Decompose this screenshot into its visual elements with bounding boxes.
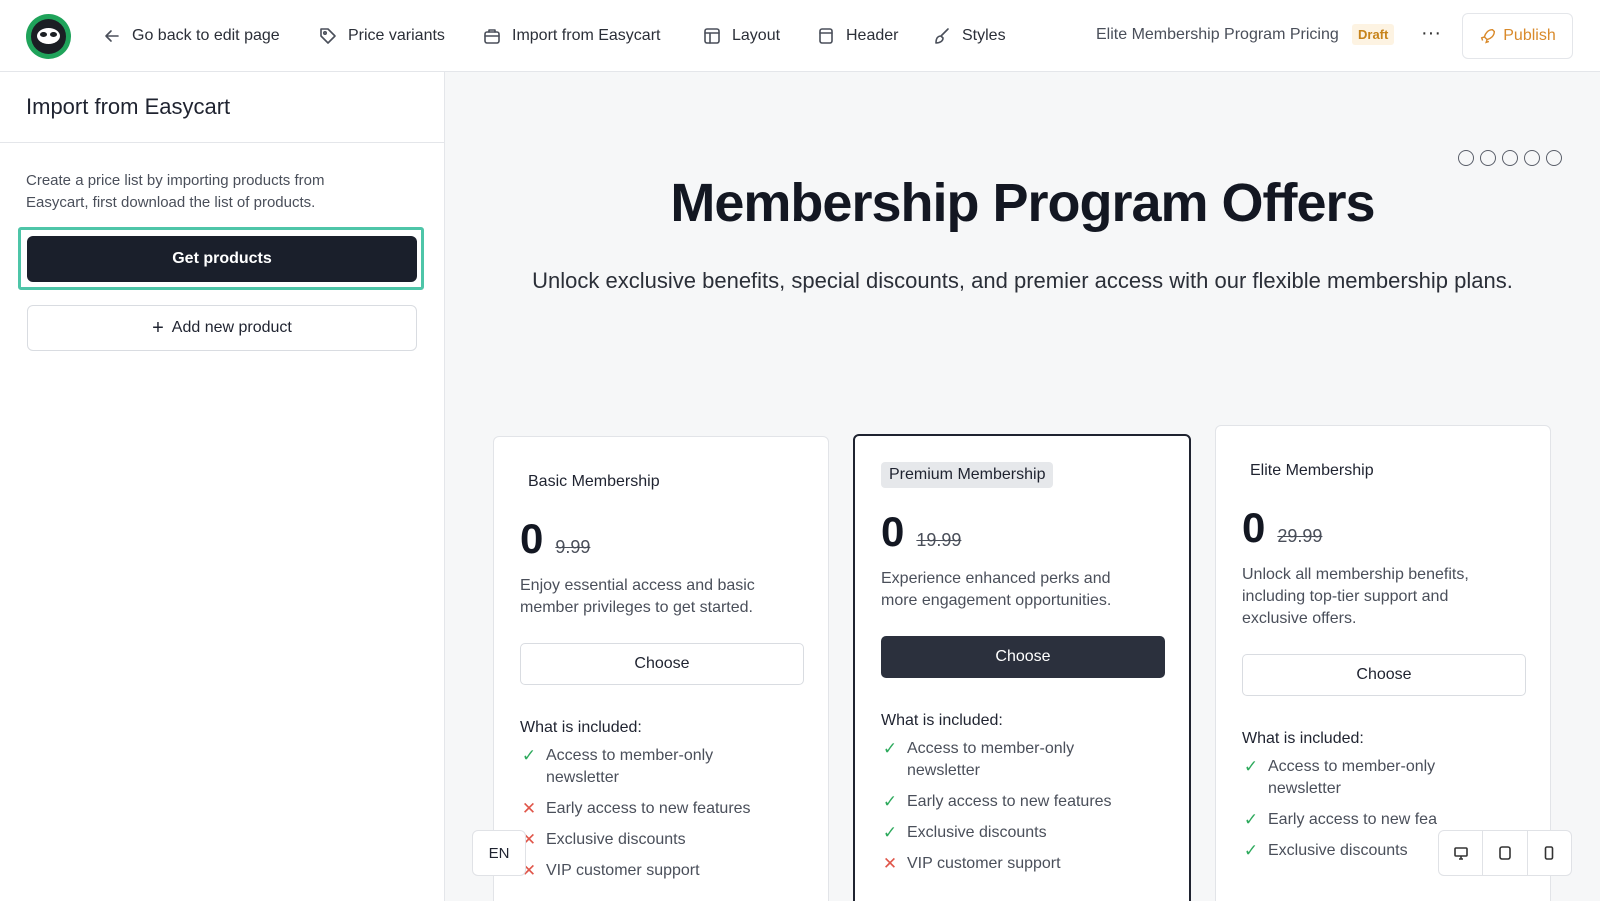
top-bar: Go back to edit page Price variants Impo… [0,0,1600,72]
nav-price-variants-label: Price variants [348,27,445,44]
feature-item: ✓ Access to member-only newsletter [520,745,802,789]
more-options-button[interactable]: ··· [1418,20,1444,50]
nav-price-variants[interactable]: Price variants [318,22,445,50]
publish-button[interactable]: Publish [1462,13,1573,59]
go-back-label: Go back to edit page [132,27,280,44]
document-title: Elite Membership Program Pricing [1096,26,1339,43]
go-back-button[interactable]: Go back to edit page [102,22,280,50]
plan-card-basic: Basic Membership 0 9.99 Enjoy essential … [493,436,829,901]
app-logo[interactable] [26,14,71,59]
check-icon: ✓ [882,823,898,842]
check-icon: ✓ [882,792,898,811]
check-icon: ✓ [1243,810,1259,829]
add-new-product-label: Add new product [171,319,292,336]
desktop-icon [1453,847,1468,860]
choose-button[interactable]: Choose [520,643,804,685]
plan-old-price: 9.99 [555,537,591,557]
included-label: What is included: [520,719,642,736]
check-icon: ✓ [521,746,537,765]
sidebar-description: Create a price list by importing product… [26,172,325,211]
plan-old-price: 29.99 [1277,526,1323,546]
feature-item: ✓ Exclusive discounts [882,823,1047,842]
included-label: What is included: [1242,730,1364,747]
plan-price: 0 [881,508,905,555]
arrow-left-icon [105,30,119,42]
nav-header-label: Header [846,27,899,44]
plan-description: Enjoy essential access and basic member … [520,577,755,616]
page-subtitle: Unlock exclusive benefits, special disco… [532,268,1513,293]
mobile-preview-button[interactable] [1528,831,1571,875]
choose-button[interactable]: Choose [1242,654,1526,696]
logo-icon [31,19,66,54]
layout-icon [704,28,720,44]
layout-3-col-icon[interactable] [1480,150,1496,166]
nav-styles[interactable]: Styles [932,22,1006,50]
tablet-icon [1499,846,1511,860]
plus-icon: + [152,317,164,339]
cross-icon: ✕ [521,799,537,818]
language-selector[interactable]: EN [472,830,526,876]
cart-icon [484,29,500,44]
get-products-button[interactable]: Get products [27,236,417,282]
feature-item: ✓ Access to member-only newsletter [1242,756,1524,800]
included-label: What is included: [881,712,1003,729]
desktop-preview-button[interactable] [1439,831,1484,875]
nav-layout[interactable]: Layout [702,22,780,50]
feature-item: ✓ Early access to new features [882,792,1112,811]
layout-grid-icon[interactable] [1546,150,1562,166]
tablet-preview-button[interactable] [1483,831,1528,875]
status-badge: Draft [1352,24,1395,45]
plan-price: 0 [1242,504,1266,551]
layout-rows-icon[interactable] [1502,150,1518,166]
column-layout-switcher [1458,150,1562,166]
check-icon: ✓ [1243,757,1259,776]
plan-description: Experience enhanced perks and more engag… [881,570,1112,609]
plan-name: Basic Membership [528,473,660,490]
mobile-icon [1545,846,1554,860]
plan-description: Unlock all membership benefits, includin… [1242,566,1469,627]
feature-list: ✓ Access to member-only newsletter ✕ Early… [520,745,802,882]
feature-item: ✓ Access to member-only newsletter [881,738,1163,782]
layout-2-col-icon[interactable] [1458,150,1474,166]
tag-icon [320,28,336,44]
add-new-product-button[interactable]: + Add new product [27,305,417,351]
nav-import-easycart-label: Import from Easycart [512,27,661,44]
plan-name: Premium Membership [881,462,1054,488]
page-title: Membership Program Offers [670,173,1375,233]
layout-list-icon[interactable] [1524,150,1540,166]
feature-item: ✕ VIP customer support [882,854,1061,873]
feature-item: ✓ Early access to new fea [1243,810,1437,829]
feature-item: ✕ VIP customer support [521,861,700,880]
device-preview-switcher [1438,830,1572,876]
plan-old-price: 19.99 [916,530,962,550]
plan-price: 0 [520,515,544,562]
feature-list: ✓ Access to member-only newsletter ✓ Early… [881,738,1163,875]
brush-icon [935,28,949,44]
preview-canvas: Membership Program Offers Unlock exclusi… [445,72,1600,901]
rocket-icon [1481,28,1496,44]
publish-label: Publish [1503,27,1556,44]
check-icon: ✓ [1243,841,1259,860]
plan-card-premium: Premium Membership 0 19.99 Experience en… [853,434,1191,901]
nav-styles-label: Styles [962,27,1006,44]
nav-header[interactable]: Header [816,22,898,50]
sidebar-title: Import from Easycart [0,72,444,143]
feature-item: ✕ Early access to new features [521,799,751,818]
check-icon: ✓ [882,739,898,758]
header-icon [819,28,833,44]
plan-name: Elite Membership [1250,462,1374,479]
nav-layout-label: Layout [732,27,781,44]
nav-import-easycart[interactable]: Import from Easycart [482,22,660,50]
feature-item: ✕ Exclusive discounts [521,830,686,849]
cross-icon: ✕ [882,854,898,873]
sidebar: Import from Easycart Create a price list… [0,72,445,901]
choose-button[interactable]: Choose [881,636,1165,678]
